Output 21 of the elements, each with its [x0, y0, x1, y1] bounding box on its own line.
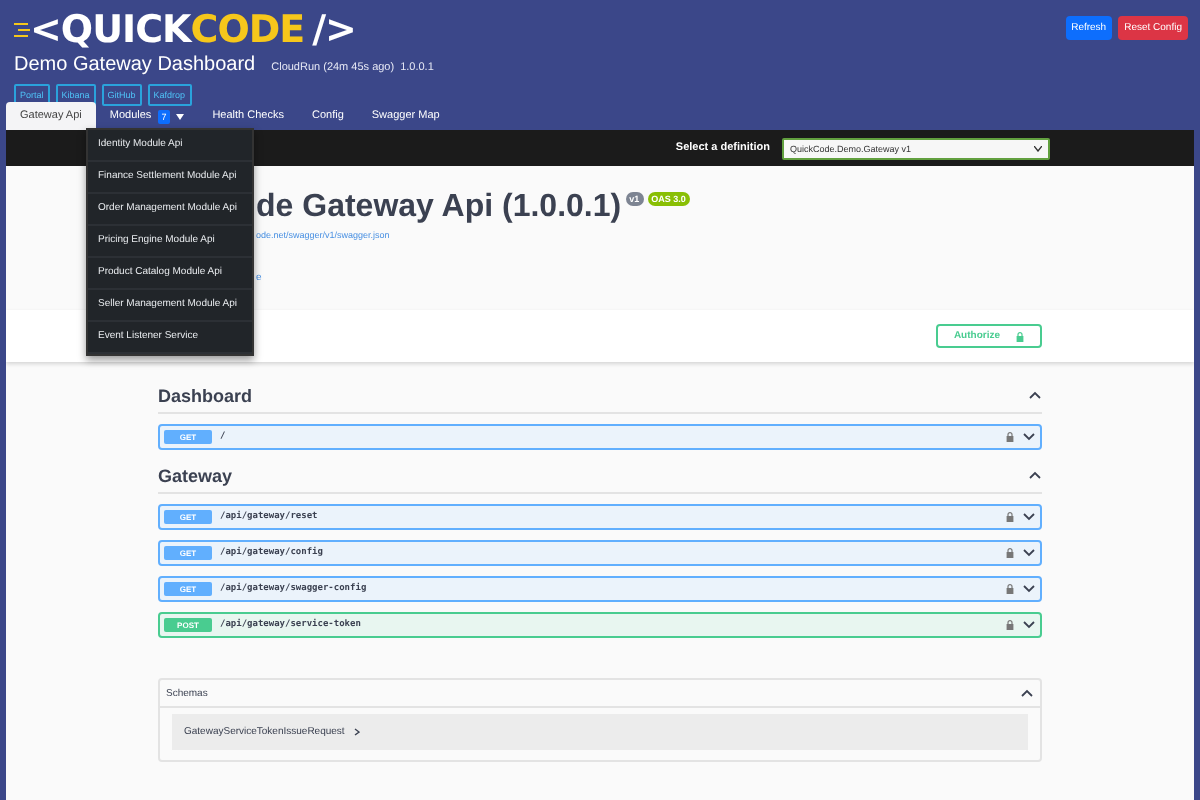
lock-icon	[1006, 432, 1014, 442]
chevron-right-icon	[354, 728, 361, 736]
lock-icon	[1006, 548, 1014, 558]
logo: <QUICKCODE />	[14, 10, 434, 50]
caret-icon	[1034, 145, 1042, 151]
lock-icon	[1006, 584, 1014, 594]
chevron-down-icon[interactable]	[1022, 432, 1036, 442]
lock-icon	[1006, 620, 1014, 630]
chevron-up-icon[interactable]	[1020, 688, 1034, 698]
chevron-down-icon[interactable]	[1022, 584, 1036, 594]
lock-icon	[1006, 512, 1014, 522]
dashboard-title: Demo Gateway Dashboard	[14, 54, 256, 76]
chevron-down-icon[interactable]	[1022, 620, 1036, 630]
tag-heading[interactable]: Gateway	[158, 465, 233, 485]
chevron-down-icon[interactable]	[1022, 548, 1036, 558]
lock-icon	[1016, 331, 1024, 341]
chevron-down-icon[interactable]	[1022, 512, 1036, 522]
tag-heading[interactable]: Dashboard	[158, 385, 253, 405]
api-title: de Gateway Api (1.0.0.1)	[256, 190, 622, 226]
chevron-up-icon[interactable]	[1028, 470, 1042, 480]
chevron-up-icon[interactable]	[1028, 390, 1042, 400]
